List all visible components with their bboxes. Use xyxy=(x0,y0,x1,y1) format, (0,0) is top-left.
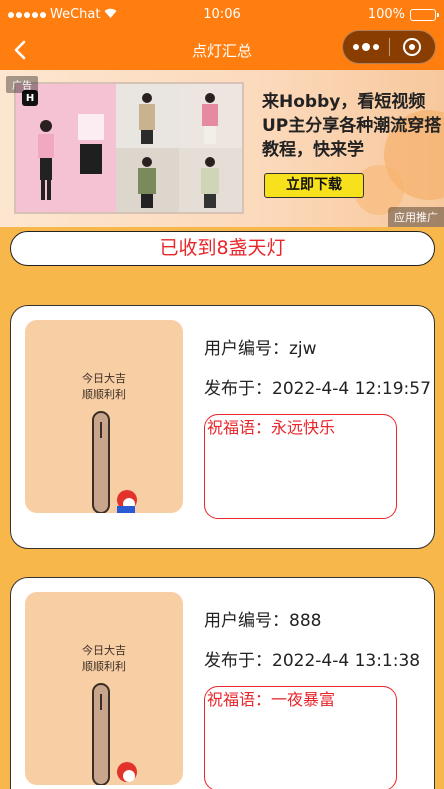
lantern-thumbnail: 今日大吉 顺顺利利 xyxy=(25,320,183,513)
battery-icon xyxy=(410,8,439,21)
lantern-thumbnail: 今日大吉 顺顺利利 xyxy=(25,592,183,785)
ad-image: H xyxy=(14,82,244,214)
user-id-label: 用户编号： xyxy=(204,611,289,631)
published-label: 发布于： xyxy=(204,379,272,399)
svg-text:今日大吉: 今日大吉 xyxy=(82,371,126,385)
status-bar: WeChat 10:06 100% xyxy=(0,0,444,30)
ad-headline: 来Hobby，看短视频UP主分享各种潮流穿搭教程，快来学 xyxy=(262,92,442,160)
published-label: 发布于： xyxy=(204,651,272,671)
user-id-value: zjw xyxy=(289,339,317,359)
battery-group: 100% xyxy=(367,7,439,22)
lantern-card: 今日大吉 顺顺利利 用户编号：888 发布于：2022-4-4 13:1:38 … xyxy=(10,577,435,789)
blessing-value: 永远快乐 xyxy=(271,418,336,437)
close-miniprogram-button[interactable] xyxy=(389,31,435,63)
user-id-row: 用户编号：zjw xyxy=(204,334,317,359)
svg-text:顺顺利利: 顺顺利利 xyxy=(82,388,126,401)
outfit-collage-icon xyxy=(16,84,242,212)
user-id-row: 用户编号：888 xyxy=(204,606,321,631)
published-value: 2022-4-4 12:19:57 xyxy=(272,379,431,399)
user-id-value: 888 xyxy=(289,611,322,631)
blessing-value: 一夜暴富 xyxy=(271,690,336,709)
published-row: 发布于：2022-4-4 13:1:38 xyxy=(204,646,420,671)
ad-banner[interactable]: H 广告 来Hobby，看短视频UP主分享各种潮流穿搭教程，快来学 立即下载 应… xyxy=(0,70,444,227)
nav-bar: 点灯汇总 xyxy=(0,30,444,70)
lantern-count-banner: 已收到8盏天灯 xyxy=(10,231,435,266)
lucky-sign-illustration-icon: 今日大吉 顺顺利利 xyxy=(82,643,137,785)
battery-label: 100% xyxy=(367,7,405,22)
svg-text:顺顺利利: 顺顺利利 xyxy=(82,660,126,673)
published-value: 2022-4-4 13:1:38 xyxy=(272,651,421,671)
blessing-label: 祝福语： xyxy=(207,690,272,709)
ad-download-button[interactable]: 立即下载 xyxy=(264,173,364,198)
more-dots-icon xyxy=(352,44,359,50)
miniprogram-capsule xyxy=(342,30,436,64)
ad-label: 应用推广 xyxy=(388,207,444,227)
more-button[interactable] xyxy=(343,31,389,63)
blessing-box: 祝福语：永远快乐 xyxy=(204,414,397,519)
blessing-box: 祝福语：一夜暴富 xyxy=(204,686,397,789)
user-id-label: 用户编号： xyxy=(204,339,289,359)
lucky-sign-illustration-icon: 今日大吉 顺顺利利 xyxy=(82,371,137,513)
published-row: 发布于：2022-4-4 12:19:57 xyxy=(204,374,431,399)
svg-text:今日大吉: 今日大吉 xyxy=(82,643,126,657)
blessing-label: 祝福语： xyxy=(207,418,272,437)
lantern-card: 今日大吉 顺顺利利 用户编号：zjw 发布于：2022-4-4 12:19:57… xyxy=(10,305,435,549)
target-close-icon xyxy=(403,38,422,56)
ad-tag: 广告 xyxy=(6,76,38,93)
